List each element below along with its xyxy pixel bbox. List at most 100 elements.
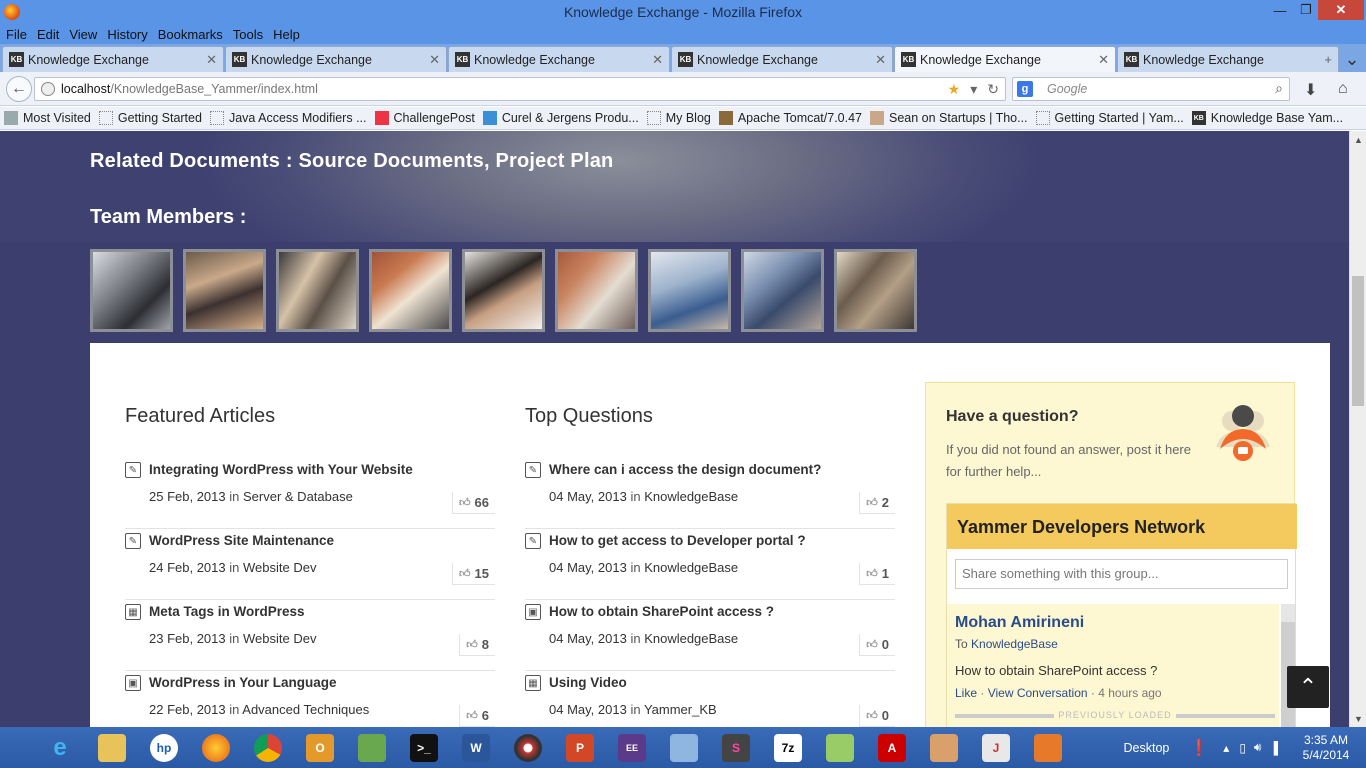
- network-signal-icon[interactable]: ▐: [1269, 741, 1278, 755]
- article-category[interactable]: Website Dev: [243, 560, 316, 575]
- back-to-top-button[interactable]: ⌃: [1287, 666, 1329, 708]
- scroll-down-icon[interactable]: ▼: [1350, 710, 1366, 727]
- team-member-photo[interactable]: [648, 249, 731, 332]
- question-item[interactable]: ✎ How to get access to Developer portal …: [525, 529, 895, 600]
- maximize-button[interactable]: ❐: [1294, 0, 1318, 20]
- tab-list-chevron-icon[interactable]: ⌄: [1340, 46, 1364, 72]
- taskbar-item[interactable]: O: [296, 729, 344, 767]
- bookmark-item[interactable]: Most Visited: [4, 111, 91, 125]
- tab[interactable]: KB Knowledge Exchange ✕: [2, 46, 224, 72]
- desktop-toolbar-label[interactable]: Desktop: [1124, 741, 1170, 755]
- menu-view[interactable]: View: [69, 27, 97, 42]
- volume-icon[interactable]: 🔊︎: [1254, 740, 1262, 755]
- dropdown-icon[interactable]: ▾: [970, 81, 977, 98]
- article-item[interactable]: ✎ WordPress Site Maintenance 24 Feb, 201…: [125, 529, 495, 600]
- close-tab-icon[interactable]: ✕: [206, 52, 217, 68]
- home-icon[interactable]: ⌂: [1338, 80, 1348, 98]
- bookmark-item[interactable]: KB Knowledge Base Yam...: [1191, 111, 1343, 125]
- taskbar-item[interactable]: W: [452, 729, 500, 767]
- team-member-photo[interactable]: [369, 249, 452, 332]
- taskbar-item[interactable]: [504, 729, 552, 767]
- close-tab-icon[interactable]: ✕: [1098, 52, 1109, 68]
- tab[interactable]: KB Knowledge Exchange +: [1117, 46, 1339, 72]
- close-tab-icon[interactable]: ✕: [875, 52, 886, 68]
- question-title[interactable]: How to obtain SharePoint access ?: [549, 604, 774, 619]
- taskbar-item[interactable]: [192, 729, 240, 767]
- back-button[interactable]: ←: [6, 76, 32, 102]
- team-member-photo[interactable]: [183, 249, 266, 332]
- tab[interactable]: KB Knowledge Exchange ✕: [225, 46, 447, 72]
- tab[interactable]: KB Knowledge Exchange ✕: [448, 46, 670, 72]
- download-icon[interactable]: ⬇: [1304, 80, 1317, 100]
- question-category[interactable]: KnowledgeBase: [644, 631, 738, 646]
- article-title[interactable]: WordPress Site Maintenance: [149, 533, 334, 548]
- bookmark-item[interactable]: Java Access Modifiers ...: [209, 111, 367, 125]
- article-item[interactable]: ▣ WordPress in Your Language 22 Feb, 201…: [125, 671, 495, 727]
- article-title[interactable]: WordPress in Your Language: [149, 675, 337, 690]
- action-center-icon[interactable]: ❗: [1189, 738, 1209, 758]
- bookmark-item[interactable]: Sean on Startups | Tho...: [870, 111, 1028, 125]
- taskbar-item[interactable]: [816, 729, 864, 767]
- team-member-photo[interactable]: [90, 249, 173, 332]
- article-category[interactable]: Server & Database: [243, 489, 353, 504]
- team-member-photo[interactable]: [741, 249, 824, 332]
- question-category[interactable]: KnowledgeBase: [644, 489, 738, 504]
- share-input[interactable]: Share something with this group...: [955, 559, 1288, 589]
- taskbar-item[interactable]: EE: [608, 729, 656, 767]
- bookmark-item[interactable]: Getting Started | Yam...: [1035, 111, 1184, 125]
- clock[interactable]: 3:35 AM 5/4/2014: [1286, 733, 1366, 763]
- article-title[interactable]: Meta Tags in WordPress: [149, 604, 305, 619]
- question-category[interactable]: Yammer_KB: [644, 702, 717, 717]
- question-item[interactable]: ▦ Using Video 04 May, 2013 in Yammer_KB …: [525, 671, 895, 727]
- google-icon[interactable]: g: [1017, 81, 1033, 97]
- question-category[interactable]: KnowledgeBase: [644, 560, 738, 575]
- new-tab-plus-icon[interactable]: +: [1324, 52, 1332, 67]
- close-tab-icon[interactable]: ✕: [652, 52, 663, 68]
- taskbar-item[interactable]: 7z: [764, 729, 812, 767]
- team-member-photo[interactable]: [555, 249, 638, 332]
- like-link[interactable]: Like: [955, 686, 977, 700]
- menu-help[interactable]: Help: [273, 27, 300, 42]
- question-item[interactable]: ▣ How to obtain SharePoint access ? 04 M…: [525, 600, 895, 671]
- question-title[interactable]: Where can i access the design document?: [549, 462, 821, 477]
- team-member-photo[interactable]: [834, 249, 917, 332]
- taskbar-item[interactable]: >_: [400, 729, 448, 767]
- url-bar[interactable]: localhost/KnowledgeBase_Yammer/index.htm…: [34, 77, 1006, 101]
- bookmark-item[interactable]: My Blog: [646, 111, 711, 125]
- view-conversation-link[interactable]: View Conversation: [988, 686, 1088, 700]
- taskbar-item[interactable]: J: [972, 729, 1020, 767]
- article-item[interactable]: ✎ Integrating WordPress with Your Websit…: [125, 458, 495, 529]
- question-title[interactable]: Using Video: [549, 675, 627, 690]
- scroll-up-icon[interactable]: ▲: [1350, 131, 1366, 148]
- taskbar-item[interactable]: [1024, 729, 1072, 767]
- menu-bookmarks[interactable]: Bookmarks: [158, 27, 223, 42]
- taskbar-item[interactable]: hp: [140, 729, 188, 767]
- menu-edit[interactable]: Edit: [37, 27, 59, 42]
- related-documents[interactable]: Related Documents : Source Documents, Pr…: [90, 150, 613, 173]
- taskbar-item[interactable]: P: [556, 729, 604, 767]
- article-item[interactable]: ▦ Meta Tags in WordPress 23 Feb, 2013 in…: [125, 600, 495, 671]
- close-button[interactable]: ✕: [1318, 0, 1364, 20]
- group-link[interactable]: KnowledgeBase: [971, 637, 1058, 651]
- scroll-thumb[interactable]: [1352, 276, 1364, 406]
- bookmark-item[interactable]: Getting Started: [98, 111, 202, 125]
- bookmark-star-icon[interactable]: ★: [948, 81, 961, 98]
- taskbar-item[interactable]: e: [36, 729, 84, 767]
- bookmark-item[interactable]: Apache Tomcat/7.0.47: [718, 111, 862, 125]
- reload-icon[interactable]: ↻: [987, 81, 999, 98]
- question-item[interactable]: ✎ Where can i access the design document…: [525, 458, 895, 529]
- page-scrollbar[interactable]: ▲ ▼: [1349, 131, 1366, 727]
- minimize-button[interactable]: —: [1268, 0, 1292, 20]
- taskbar-item[interactable]: [920, 729, 968, 767]
- article-category[interactable]: Advanced Techniques: [242, 702, 369, 717]
- battery-icon[interactable]: ▯: [1239, 741, 1246, 755]
- article-title[interactable]: Integrating WordPress with Your Website: [149, 462, 413, 477]
- team-member-photo[interactable]: [276, 249, 359, 332]
- search-icon[interactable]: ⌕: [1275, 80, 1283, 97]
- search-input[interactable]: g Google ⌕: [1012, 77, 1290, 101]
- taskbar-item[interactable]: [244, 729, 292, 767]
- post-author[interactable]: Mohan Amirineni: [955, 614, 1084, 632]
- show-hidden-icons-icon[interactable]: ▴: [1223, 741, 1229, 755]
- bookmark-item[interactable]: ChallengePost: [374, 111, 475, 125]
- menu-tools[interactable]: Tools: [233, 27, 263, 42]
